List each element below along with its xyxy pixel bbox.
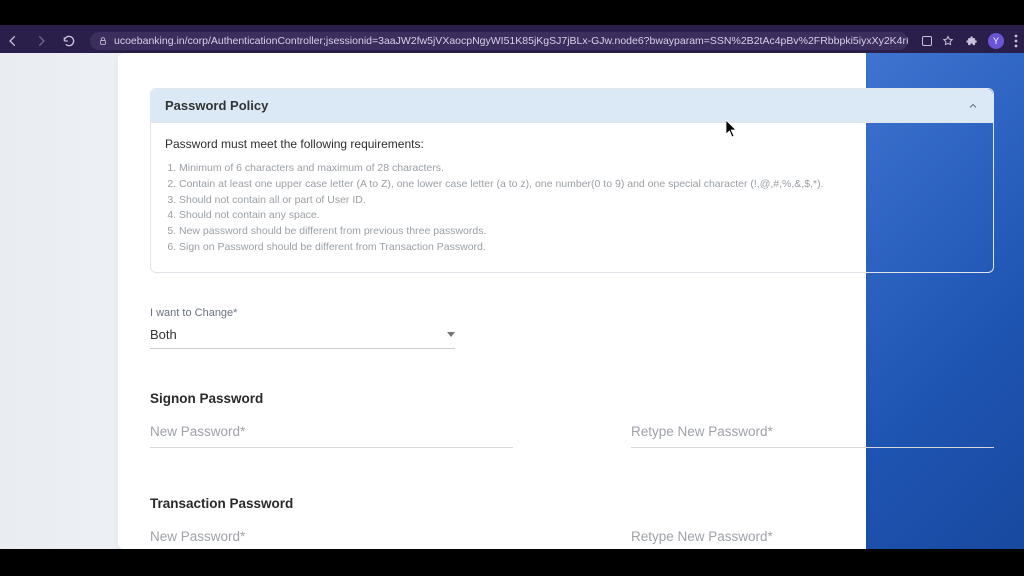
password-policy-title: Password Policy (165, 98, 268, 113)
policy-rule: Should not contain any space. (179, 208, 979, 224)
signon-password-title: Signon Password (150, 391, 994, 406)
forward-icon[interactable] (34, 34, 48, 48)
policy-rule: Should not contain all or part of User I… (179, 193, 979, 209)
policy-rule: New password should be different from pr… (179, 224, 979, 240)
letterbox-bottom (0, 549, 1024, 576)
policy-rule: Minimum of 6 characters and maximum of 2… (179, 161, 979, 177)
signon-new-password-input[interactable] (150, 416, 513, 448)
password-policy-body: Password must meet the following require… (150, 123, 994, 273)
policy-rule: Sign on Password should be different fro… (179, 240, 979, 256)
bookmark-icon[interactable] (942, 35, 954, 47)
letterbox-top (0, 0, 1024, 25)
dropdown-triangle-icon (447, 332, 455, 337)
transaction-new-password-input[interactable] (150, 521, 513, 550)
reload-icon[interactable] (62, 34, 76, 48)
url-text: ucoebanking.in/corp/AuthenticationContro… (114, 35, 908, 47)
extensions-icon[interactable] (964, 34, 978, 48)
requirements-heading: Password must meet the following require… (165, 137, 979, 151)
chevron-up-icon (967, 100, 979, 112)
browser-toolbar: ucoebanking.in/corp/AuthenticationContro… (0, 29, 1024, 53)
back-icon[interactable] (6, 34, 20, 48)
install-icon[interactable] (922, 36, 932, 46)
profile-avatar[interactable]: Y (988, 33, 1004, 49)
signon-retype-password-input[interactable] (631, 416, 994, 448)
transaction-password-title: Transaction Password (150, 496, 994, 511)
transaction-retype-password-input[interactable] (631, 521, 994, 550)
lock-icon (98, 36, 108, 46)
password-policy-panel: Password Policy (150, 88, 994, 123)
browser-window: ucoebanking.in/corp/AuthenticationContro… (0, 25, 1024, 549)
change-label: I want to Change* (150, 307, 994, 319)
change-selected-value: Both (150, 327, 177, 342)
change-select[interactable]: Both (150, 325, 455, 349)
menu-icon[interactable] (1014, 34, 1018, 48)
url-bar[interactable]: ucoebanking.in/corp/AuthenticationContro… (90, 32, 908, 50)
password-policy-header[interactable]: Password Policy (151, 89, 993, 122)
page-viewport: Password Policy Password must meet the f… (0, 53, 1024, 549)
policy-rule: Contain at least one upper case letter (… (179, 177, 979, 193)
